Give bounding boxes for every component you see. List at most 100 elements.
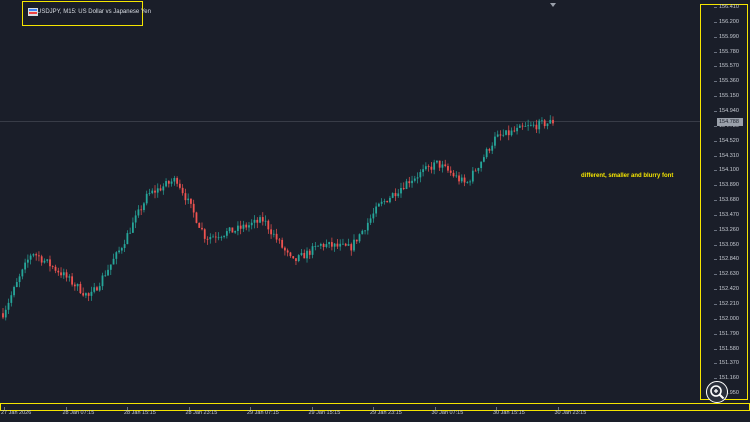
time-tick-label: 28 Jan 23:15: [185, 410, 218, 416]
candle: [333, 243, 336, 252]
candle: [427, 164, 430, 172]
candle: [350, 242, 353, 256]
candle: [126, 230, 129, 245]
candle: [541, 117, 543, 125]
candle: [217, 232, 220, 241]
price-tick: [714, 140, 717, 142]
candle: [516, 123, 518, 135]
time-tick-label: 29 Jan 15:15: [308, 410, 341, 416]
candle: [471, 167, 474, 184]
candle: [383, 198, 386, 205]
price-tick: [714, 244, 717, 246]
candle: [198, 222, 201, 228]
candle: [518, 123, 521, 128]
candle: [466, 181, 469, 184]
candle: [206, 236, 209, 245]
candle: [68, 274, 71, 282]
candle: [35, 252, 38, 261]
candle: [397, 189, 400, 198]
candle: [73, 282, 76, 291]
candle: [408, 176, 411, 188]
price-tick-label: 153.050: [719, 241, 739, 248]
candle: [485, 147, 488, 159]
magnifier-plus-icon: [710, 385, 725, 400]
time-tick-label: 27 Jan 2026: [1, 410, 32, 416]
price-tick-label: 156.410: [719, 4, 739, 10]
candle: [474, 168, 477, 172]
candle: [322, 242, 325, 251]
price-tick: [714, 125, 717, 127]
candle: [510, 127, 513, 137]
candle: [137, 205, 140, 218]
candle: [306, 247, 308, 263]
price-tick: [714, 21, 717, 23]
price-tick: [714, 110, 717, 112]
candle: [441, 160, 444, 173]
candle: [159, 184, 162, 192]
price-tick: [714, 378, 717, 380]
candle: [270, 224, 272, 239]
price-tick: [714, 348, 717, 350]
price-tick: [714, 333, 717, 335]
candle: [24, 258, 27, 274]
candle: [104, 270, 107, 277]
candle: [239, 220, 242, 235]
price-tick-label: 151.790: [719, 330, 739, 337]
candle: [143, 202, 145, 213]
candle: [256, 217, 259, 229]
candle: [339, 239, 342, 251]
candle: [248, 222, 250, 232]
price-tick-label: 152.840: [719, 256, 739, 263]
candle: [502, 129, 505, 138]
candle: [546, 123, 549, 130]
candle: [297, 254, 300, 263]
price-tick-label: 152.210: [719, 301, 739, 307]
candle: [524, 122, 527, 127]
candle: [491, 142, 494, 155]
candle: [308, 248, 311, 259]
candle: [347, 238, 350, 247]
candle: [145, 190, 148, 206]
candle: [57, 267, 60, 276]
candle: [444, 159, 447, 168]
candle: [76, 283, 79, 291]
price-tick: [714, 66, 717, 68]
candle: [54, 264, 57, 274]
candle: [380, 198, 383, 207]
candle: [275, 228, 278, 243]
zoom-button[interactable]: [706, 381, 728, 403]
price-tick-label: 155.780: [719, 48, 739, 55]
candle: [330, 237, 333, 251]
candle: [303, 249, 306, 259]
candle: [452, 170, 455, 178]
candle: [96, 285, 98, 291]
candle: [419, 169, 422, 183]
candle: [549, 115, 552, 124]
time-tick-label: 30 Jan 23:15: [554, 410, 587, 416]
candle: [264, 215, 267, 226]
price-tick: [714, 200, 717, 202]
candle: [112, 253, 115, 265]
price-tick-label: 155.150: [719, 93, 739, 100]
candle: [438, 160, 441, 171]
candle: [109, 264, 112, 275]
candle: [369, 214, 372, 226]
candle: [499, 130, 502, 141]
price-chart[interactable]: [0, 0, 700, 404]
candle: [151, 188, 154, 195]
price-tick-label: 153.680: [719, 197, 739, 204]
price-tick-label: 154.100: [719, 167, 739, 174]
candle: [375, 202, 378, 217]
candle: [377, 202, 380, 207]
price-tick: [714, 229, 717, 231]
candle: [314, 242, 317, 251]
candle: [405, 178, 408, 190]
time-tick-label: 29 Jan 07:15: [247, 410, 279, 416]
candle: [245, 222, 248, 231]
candle: [71, 273, 73, 287]
candle: [278, 237, 281, 244]
candle: [15, 278, 18, 288]
price-tick: [714, 185, 717, 187]
candle: [178, 179, 181, 190]
candle: [433, 159, 436, 175]
